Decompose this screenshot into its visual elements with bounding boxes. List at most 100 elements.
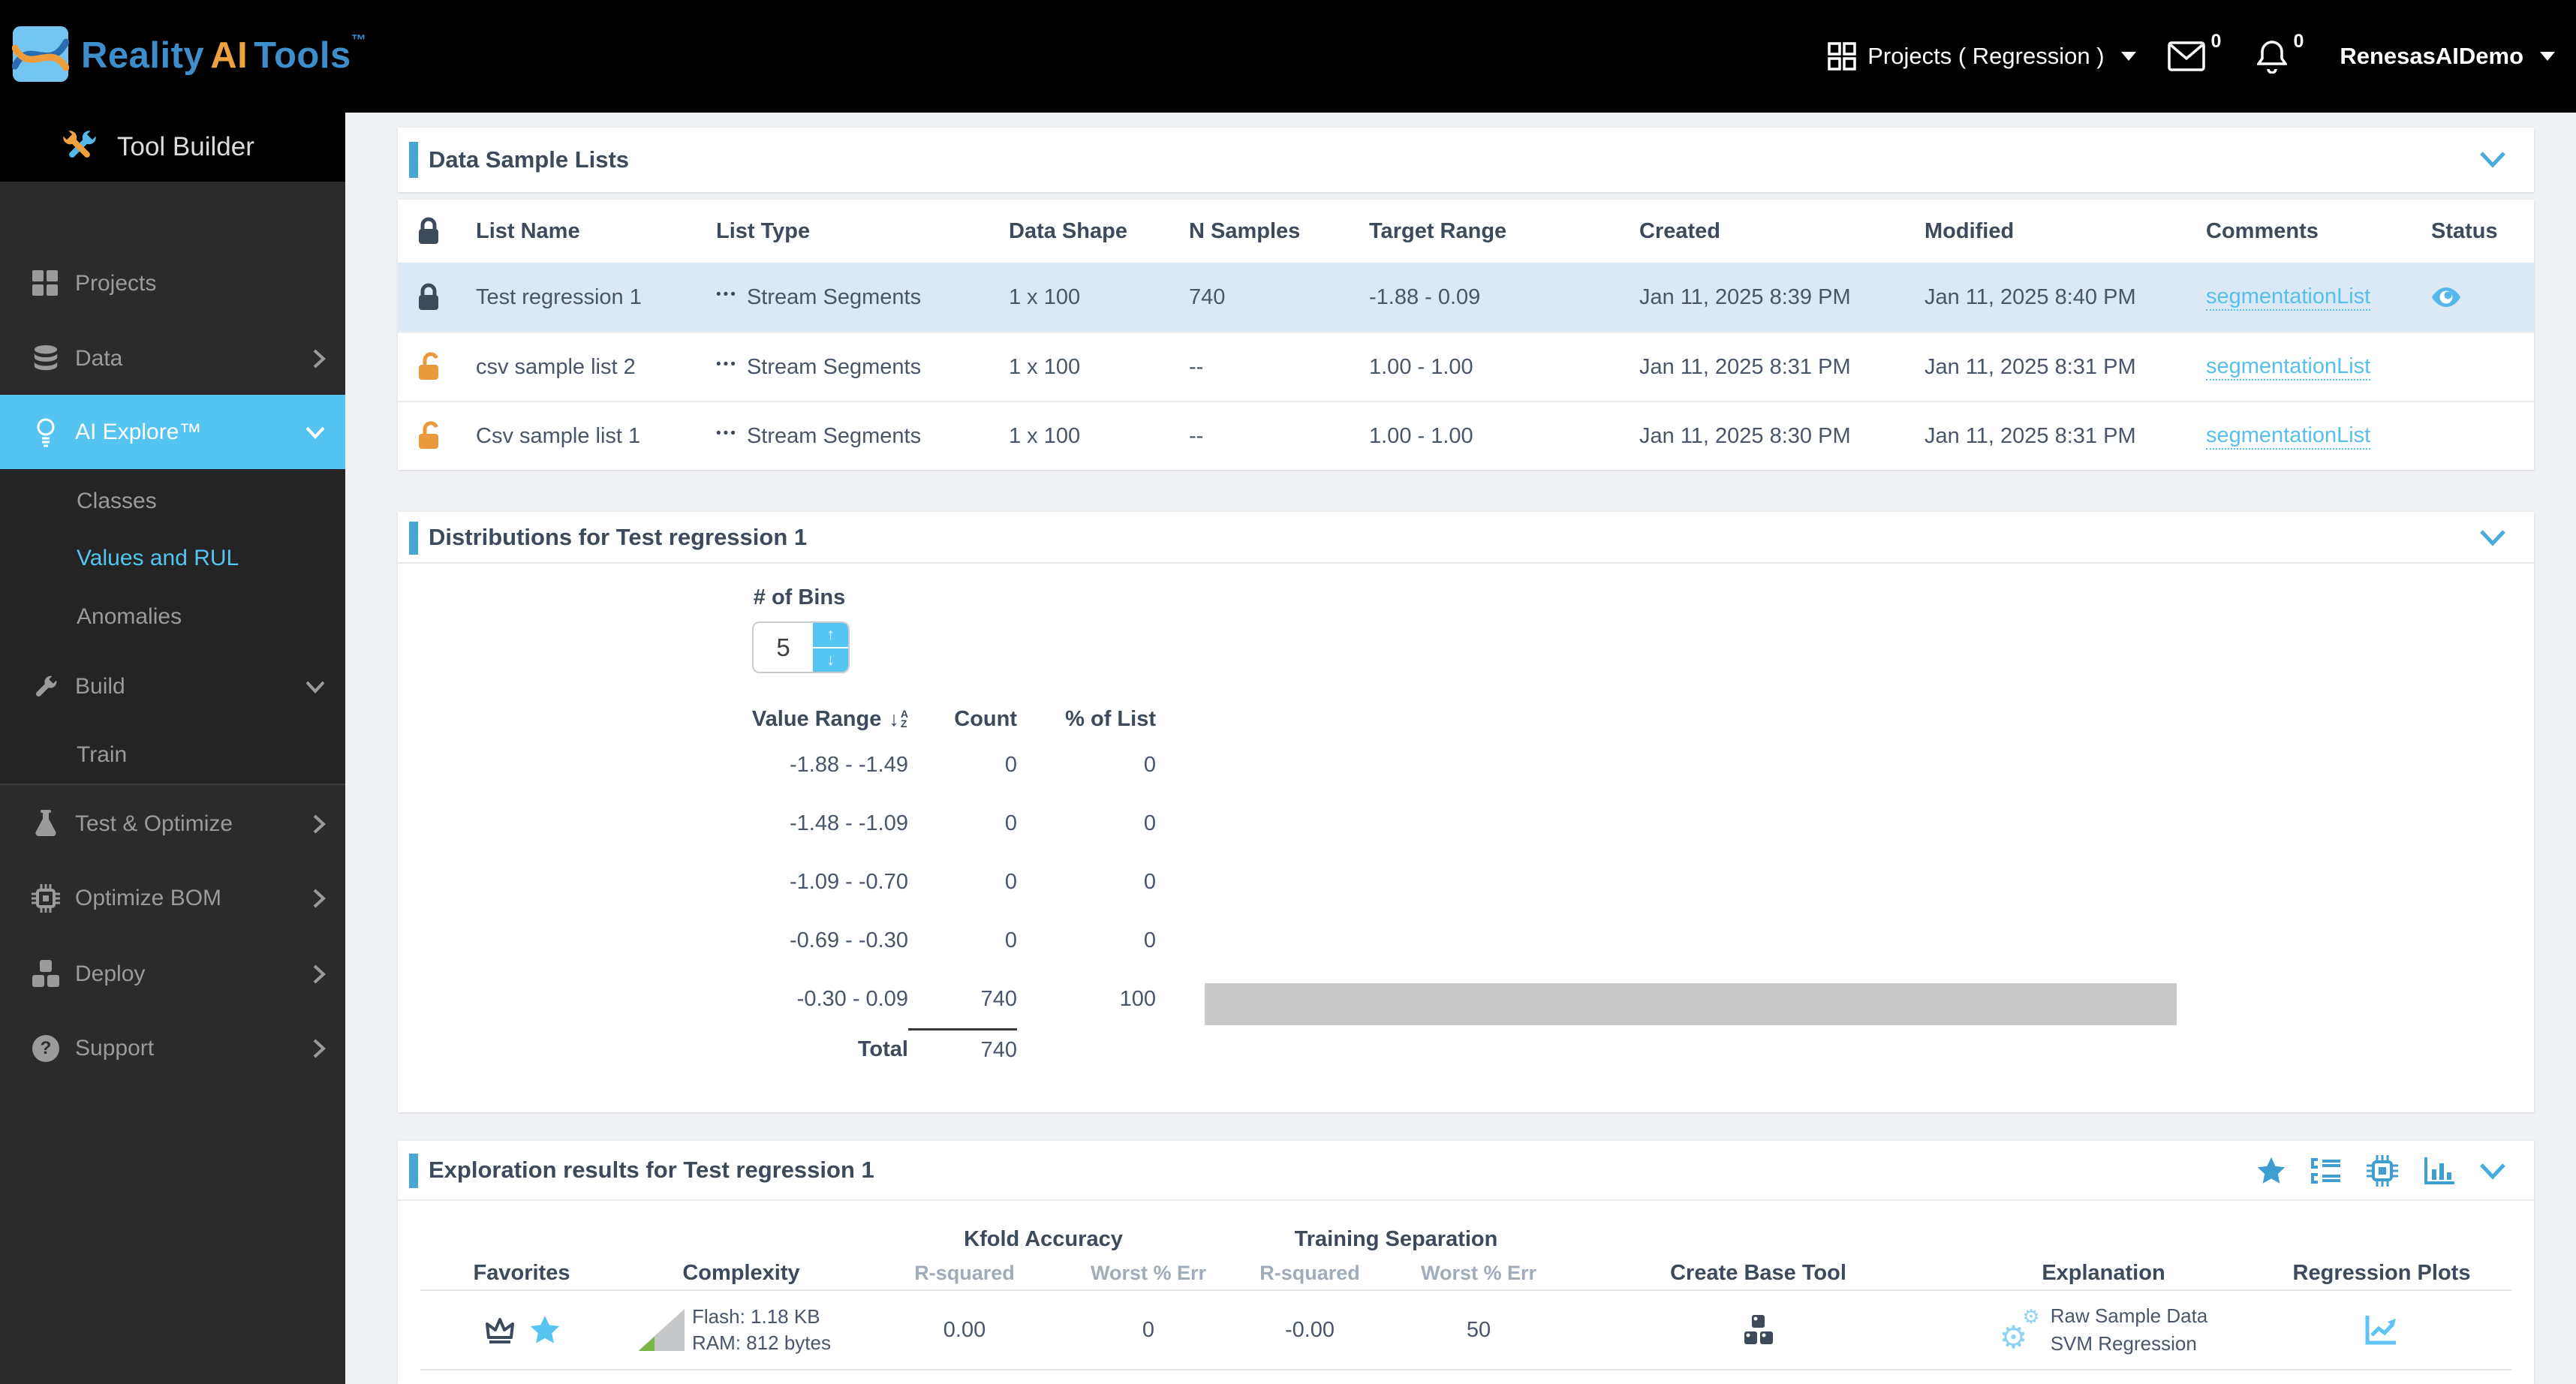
sidebar-item-values-and-rul[interactable]: Values and RUL: [0, 532, 345, 585]
distributions-header: Distributions for Test regression 1: [398, 512, 2534, 564]
create-base-tool-button[interactable]: [1741, 1313, 1776, 1346]
cell-list-name: csv sample list 2: [476, 354, 636, 379]
sidebar-item-support[interactable]: ? Support: [0, 1022, 345, 1075]
column-header-create-base-tool: Create Base Tool: [1670, 1260, 1846, 1285]
topbar: Reality AI Tools™ Projects ( Regression ) …: [0, 0, 2576, 113]
line-chart-icon[interactable]: [2364, 1314, 2399, 1346]
sidebar-item-ai-explore[interactable]: AI Explore™: [0, 395, 345, 469]
dist-total-label: Total: [857, 1036, 908, 1061]
lock-open-icon[interactable]: [398, 351, 465, 383]
brand-logo[interactable]: Reality AI Tools™: [12, 26, 366, 83]
notifications-count-badge: 0: [2293, 30, 2304, 52]
data-sample-lists-header: Data Sample Lists: [398, 128, 2534, 192]
dist-total-count: 740: [908, 1028, 1017, 1070]
dist-range: -1.88 - -1.49: [790, 752, 908, 777]
table-row[interactable]: csv sample list 2 ••• Stream Segments 1 x…: [398, 332, 2534, 401]
messages-button[interactable]: 0: [2167, 31, 2226, 71]
distributions-card: Distributions for Test regression 1 # of…: [398, 512, 2534, 1112]
explanation-text: Raw Sample Data SVM Regression: [2050, 1304, 2208, 1355]
collapse-chevron-icon[interactable]: [2478, 528, 2507, 548]
bar-chart-icon[interactable]: [2423, 1156, 2456, 1186]
data-sample-lists-table: List Name List Type Data Shape N Samples…: [398, 200, 2534, 470]
sidebar-item-projects[interactable]: Projects: [0, 257, 345, 310]
column-header-regression-plots: Regression Plots: [2292, 1260, 2471, 1285]
tool-builder-icon: [60, 128, 99, 158]
bins-increment-button[interactable]: ↑: [813, 623, 848, 648]
group-header-kfold: Kfold Accuracy: [964, 1226, 1123, 1251]
user-menu[interactable]: RenesasAIDemo: [2340, 43, 2555, 70]
sidebar-item-build[interactable]: Build: [0, 660, 345, 713]
cell-created: Jan 11, 2025 8:30 PM: [1639, 423, 1851, 448]
collapse-chevron-icon[interactable]: [2478, 150, 2507, 170]
lock-closed-icon[interactable]: [398, 281, 465, 313]
accent-bar: [409, 1154, 418, 1188]
sidebar-item-train[interactable]: Train: [0, 729, 345, 781]
column-header-count: Count: [954, 706, 1017, 731]
eye-icon[interactable]: [2431, 287, 2461, 308]
column-header-row: Favorites Complexity R-squared Worst % E…: [420, 1256, 2511, 1291]
chevron-down-icon: [305, 426, 326, 439]
column-header-list-type: List Type: [716, 218, 811, 243]
sidebar-item-data[interactable]: Data: [0, 332, 345, 385]
column-header-comments: Comments: [2206, 218, 2319, 243]
lock-open-icon[interactable]: [398, 420, 465, 452]
section-title-exploration: Exploration results for Test regression …: [429, 1157, 874, 1183]
favorites-filter-icon[interactable]: [2256, 1157, 2286, 1185]
sidebar-item-test-optimize[interactable]: Test & Optimize: [0, 798, 345, 850]
mail-icon: [2167, 41, 2205, 71]
exploration-results-card: Exploration results for Test regression …: [398, 1141, 2534, 1384]
cell-target-range: 1.00 - 1.00: [1369, 423, 1473, 448]
sidebar-item-classes[interactable]: Classes: [0, 475, 345, 528]
cell-regression-plots: [2256, 1291, 2508, 1369]
cell-modified: Jan 11, 2025 8:31 PM: [1924, 423, 2136, 448]
dist-count: 0: [1004, 811, 1017, 835]
group-header-row: Kfold Accuracy Training Separation: [420, 1222, 2511, 1256]
cell-list-type: ••• Stream Segments: [716, 423, 922, 448]
collapse-chevron-icon[interactable]: [2478, 1162, 2507, 1181]
cell-n-samples: 740: [1189, 284, 1226, 309]
comments-link[interactable]: segmentationList: [2206, 423, 2371, 450]
database-icon: [30, 344, 62, 373]
gears-icon[interactable]: ⚙ ⚙: [2000, 1307, 2040, 1353]
cell-modified: Jan 11, 2025 8:40 PM: [1924, 284, 2136, 309]
column-header-list-name: List Name: [476, 218, 580, 243]
brand-name: Reality AI Tools™: [81, 32, 367, 76]
bins-decrement-button[interactable]: ↓: [813, 648, 848, 672]
bins-spin-buttons: ↑ ↓: [813, 623, 848, 672]
stream-segments-icon: •••: [716, 357, 738, 372]
cell-created: Jan 11, 2025 8:31 PM: [1639, 354, 1851, 379]
cell-status: [2421, 287, 2534, 308]
crown-icon[interactable]: [483, 1315, 517, 1345]
star-icon[interactable]: [529, 1315, 561, 1345]
results-list-icon[interactable]: [2310, 1157, 2342, 1184]
sidebar-item-anomalies[interactable]: Anomalies: [0, 591, 345, 643]
column-header-train-r2: R-squared: [1259, 1261, 1360, 1284]
notifications-button[interactable]: 0: [2257, 31, 2308, 74]
cell-complexity: Flash: 1.18 KB RAM: 812 bytes: [623, 1291, 859, 1369]
cell-train-r2: -0.00: [1284, 1317, 1335, 1342]
sidebar-item-deploy[interactable]: Deploy: [0, 948, 345, 1000]
comments-link[interactable]: segmentationList: [2206, 284, 2371, 311]
table-row[interactable]: Test regression 1 ••• Stream Segments 1 x…: [398, 263, 2534, 332]
comments-link[interactable]: segmentationList: [2206, 354, 2371, 381]
projects-dropdown[interactable]: Projects ( Regression ): [1827, 41, 2136, 71]
bins-input[interactable]: [754, 623, 813, 672]
cell-explanation: ⚙ ⚙ Raw Sample Data SVM Regression: [1952, 1291, 2256, 1369]
result-row[interactable]: Flash: 1.18 KB RAM: 812 bytes 0.00 0 -0.…: [420, 1291, 2511, 1370]
column-header-favorites: Favorites: [473, 1260, 570, 1285]
cell-created: Jan 11, 2025 8:39 PM: [1639, 284, 1851, 309]
cell-create-base-tool: [1565, 1291, 1952, 1369]
cell-kfold-r2: 0.00: [943, 1317, 986, 1342]
sort-icon[interactable]: ↓ AZ: [889, 708, 908, 731]
column-header-data-shape: Data Shape: [1009, 218, 1127, 243]
hardware-chip-icon[interactable]: [2366, 1154, 2399, 1187]
sidebar: Tool Builder Projects Data AI Explore™ C…: [0, 113, 345, 1384]
topbar-actions: Projects ( Regression ) 0 0 RenesasAIDem…: [1827, 0, 2555, 113]
cell-comments: segmentationList: [2195, 284, 2421, 311]
question-icon: ?: [30, 1035, 62, 1062]
cell-kfold-worst: 0: [1142, 1317, 1155, 1342]
distribution-table: Value Range ↓ AZ Count % of List -1.88 -…: [751, 703, 1156, 1070]
table-row[interactable]: Csv sample list 1 ••• Stream Segments 1 x…: [398, 401, 2534, 470]
sidebar-item-optimize-bom[interactable]: Optimize BOM: [0, 872, 345, 925]
cell-target-range: -1.88 - 0.09: [1369, 284, 1481, 309]
